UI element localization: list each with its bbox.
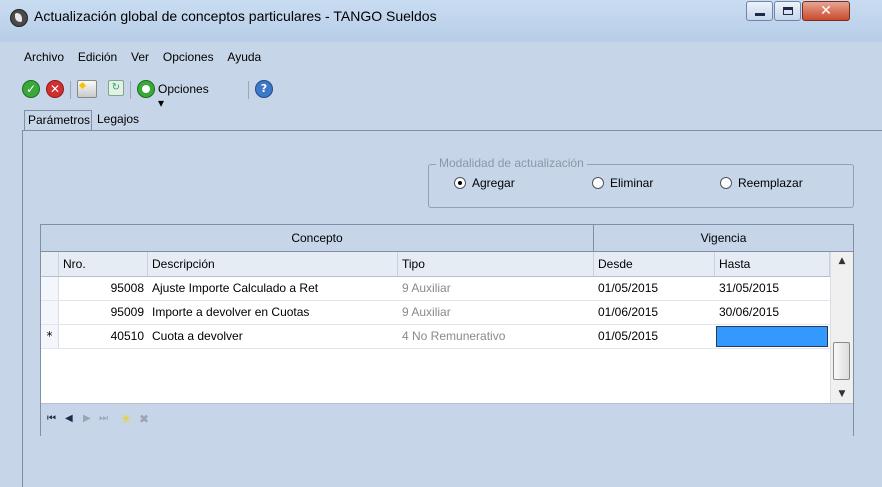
close-icon: ✕ bbox=[820, 3, 832, 19]
cell-tipo[interactable]: 4 No Remunerativo bbox=[398, 325, 594, 348]
cell-nro[interactable]: 40510 bbox=[59, 325, 148, 348]
menu-bar: Archivo Edición Ver Opciones Ayuda bbox=[24, 50, 271, 68]
minimize-icon bbox=[755, 13, 765, 16]
cell-descripcion[interactable]: Importe a devolver en Cuotas bbox=[148, 301, 398, 324]
band-concepto: Concepto bbox=[41, 225, 594, 251]
grid-column-header: Nro. Descripción Tipo Desde Hasta bbox=[41, 252, 853, 277]
previous-record-icon[interactable]: ◀ bbox=[65, 411, 73, 427]
help-icon[interactable]: ? bbox=[255, 80, 273, 98]
radio-unchecked-icon bbox=[592, 177, 604, 189]
refresh-icon[interactable]: ↻ bbox=[108, 80, 124, 96]
scroll-up-icon[interactable]: ▲ bbox=[831, 252, 853, 270]
column-header-hasta[interactable]: Hasta bbox=[715, 252, 830, 276]
cell-nro[interactable]: 95009 bbox=[59, 301, 148, 324]
column-header-tipo[interactable]: Tipo bbox=[398, 252, 594, 276]
menu-archivo[interactable]: Archivo bbox=[24, 50, 64, 64]
cell-tipo[interactable]: 9 Auxiliar bbox=[398, 301, 594, 324]
vertical-scrollbar[interactable]: ▲ ▼ bbox=[830, 252, 853, 403]
cell-desde[interactable]: 01/05/2015 bbox=[594, 325, 715, 348]
table-row[interactable]: 95008 Ajuste Importe Calculado a Ret 9 A… bbox=[41, 277, 830, 301]
radio-unchecked-icon bbox=[720, 177, 732, 189]
options-gear-icon[interactable] bbox=[137, 80, 155, 98]
conceptos-grid: Concepto Vigencia Nro. Descripción Tipo … bbox=[40, 224, 854, 436]
menu-opciones[interactable]: Opciones bbox=[163, 50, 214, 64]
toolbar-separator bbox=[70, 81, 71, 99]
column-header-descripcion[interactable]: Descripción bbox=[148, 252, 398, 276]
cell-hasta[interactable]: 30/06/2015 bbox=[715, 301, 830, 324]
next-record-icon[interactable]: ▶ bbox=[83, 411, 91, 427]
maximize-button[interactable] bbox=[774, 1, 801, 21]
row-selector[interactable] bbox=[41, 301, 59, 324]
cancel-icon[interactable]: ✕ bbox=[46, 80, 64, 98]
cell-hasta-editing[interactable] bbox=[716, 326, 828, 347]
delete-record-icon[interactable]: ✖ bbox=[139, 411, 149, 427]
maximize-icon bbox=[783, 7, 793, 15]
wizard-icon[interactable] bbox=[77, 80, 97, 98]
accept-icon[interactable]: ✓ bbox=[22, 80, 40, 98]
cell-nro[interactable]: 95008 bbox=[59, 277, 148, 300]
scroll-thumb[interactable] bbox=[833, 342, 850, 380]
column-header-nro[interactable]: Nro. bbox=[59, 252, 148, 276]
tango-app-icon[interactable] bbox=[10, 9, 28, 27]
table-row[interactable]: 95009 Importe a devolver en Cuotas 9 Aux… bbox=[41, 301, 830, 325]
toolbar-separator bbox=[248, 81, 249, 99]
cell-descripcion[interactable]: Ajuste Importe Calculado a Ret bbox=[148, 277, 398, 300]
menu-ver[interactable]: Ver bbox=[131, 50, 149, 64]
table-row[interactable]: * 40510 Cuota a devolver 4 No Remunerati… bbox=[41, 325, 830, 349]
column-header-desde[interactable]: Desde bbox=[594, 252, 715, 276]
cell-desde[interactable]: 01/05/2015 bbox=[594, 277, 715, 300]
first-record-icon[interactable]: ⏮ bbox=[47, 411, 56, 427]
close-button[interactable]: ✕ bbox=[802, 1, 850, 21]
new-record-icon[interactable]: ✳ bbox=[121, 411, 131, 427]
scroll-down-icon[interactable]: ▼ bbox=[831, 385, 853, 403]
row-selector-new[interactable]: * bbox=[41, 325, 59, 348]
grid-band-header: Concepto Vigencia bbox=[41, 225, 853, 252]
cell-descripcion[interactable]: Cuota a devolver bbox=[148, 325, 398, 348]
cell-tipo[interactable]: 9 Auxiliar bbox=[398, 277, 594, 300]
window-title: Actualización global de conceptos partic… bbox=[34, 8, 437, 24]
tab-parametros[interactable]: Parámetros bbox=[24, 110, 92, 130]
main-window: Actualización global de conceptos partic… bbox=[0, 0, 882, 487]
grid-navigator: ⏮ ◀ ▶ ⏭ ✳ ✖ bbox=[41, 403, 853, 436]
opciones-dropdown-button[interactable]: Opciones ▾ bbox=[158, 82, 209, 110]
title-bar: Actualización global de conceptos partic… bbox=[0, 0, 882, 42]
column-header-selector bbox=[41, 252, 59, 276]
menu-ayuda[interactable]: Ayuda bbox=[227, 50, 261, 64]
tab-legajos[interactable]: Legajos bbox=[94, 110, 154, 130]
radio-label: Agregar bbox=[472, 176, 515, 190]
menu-edicion[interactable]: Edición bbox=[78, 50, 117, 64]
radio-label: Eliminar bbox=[610, 176, 654, 190]
cell-hasta[interactable]: 31/05/2015 bbox=[715, 277, 830, 300]
modalidad-title: Modalidad de actualización bbox=[436, 156, 587, 170]
toolbar-separator bbox=[130, 81, 131, 99]
minimize-button[interactable] bbox=[746, 1, 773, 21]
band-vigencia: Vigencia bbox=[700, 231, 747, 245]
cell-desde[interactable]: 01/06/2015 bbox=[594, 301, 715, 324]
radio-checked-icon bbox=[454, 177, 466, 189]
last-record-icon[interactable]: ⏭ bbox=[99, 411, 108, 427]
radio-label: Reemplazar bbox=[738, 176, 803, 190]
row-selector[interactable] bbox=[41, 277, 59, 300]
